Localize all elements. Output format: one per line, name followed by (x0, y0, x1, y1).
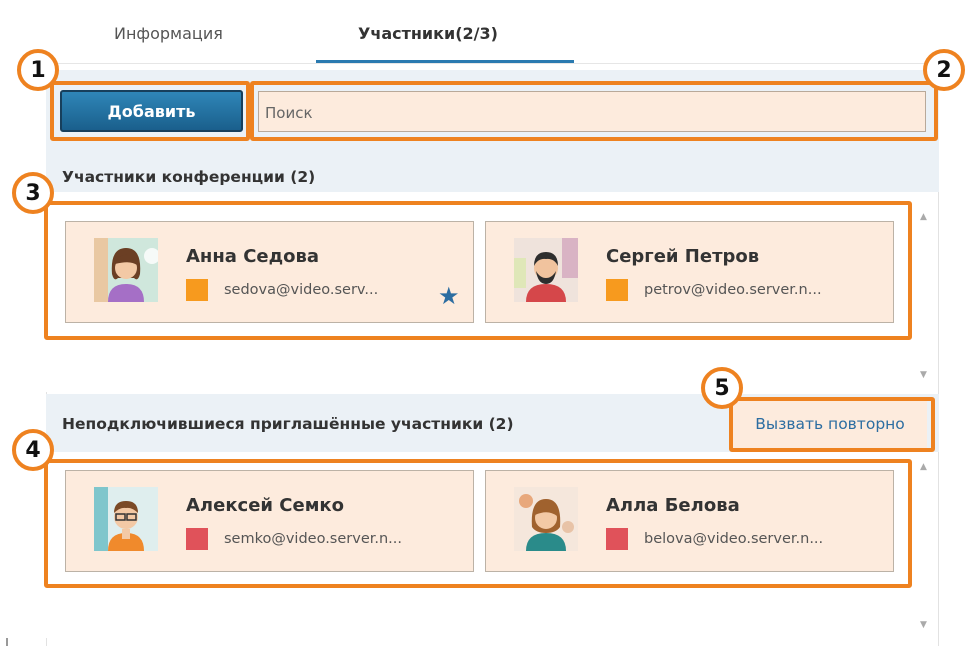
conference-section-title: Участники конференции (2) (62, 168, 316, 186)
invited-section-title: Неподключившиеся приглашённые участники … (62, 415, 514, 433)
highlight-box-4 (44, 459, 912, 588)
edge-marker (6, 638, 8, 646)
tab-bar: Информация Участники(2/3) (46, 6, 939, 64)
highlight-box-5 (729, 397, 935, 452)
highlight-box-2 (250, 81, 938, 141)
scroll-down-icon[interactable]: ▼ (920, 620, 927, 630)
tab-participants[interactable]: Участники(2/3) (358, 24, 498, 43)
scroll-up-icon[interactable]: ▲ (920, 462, 927, 472)
highlight-box-1 (50, 81, 250, 141)
annotation-marker-4: 4 (12, 429, 54, 471)
invited-scrollbar[interactable]: ▲ ▼ (912, 456, 938, 638)
conference-scrollbar[interactable]: ▲ ▼ (912, 200, 938, 390)
tabs-divider (46, 63, 939, 64)
tab-information[interactable]: Информация (114, 24, 223, 43)
annotation-marker-3: 3 (12, 172, 54, 214)
scroll-down-icon[interactable]: ▼ (920, 370, 927, 380)
annotation-marker-5: 5 (701, 367, 743, 409)
annotation-marker-1: 1 (17, 49, 59, 91)
annotation-marker-2: 2 (923, 49, 965, 91)
scroll-up-icon[interactable]: ▲ (920, 212, 927, 222)
highlight-box-3 (44, 201, 912, 340)
